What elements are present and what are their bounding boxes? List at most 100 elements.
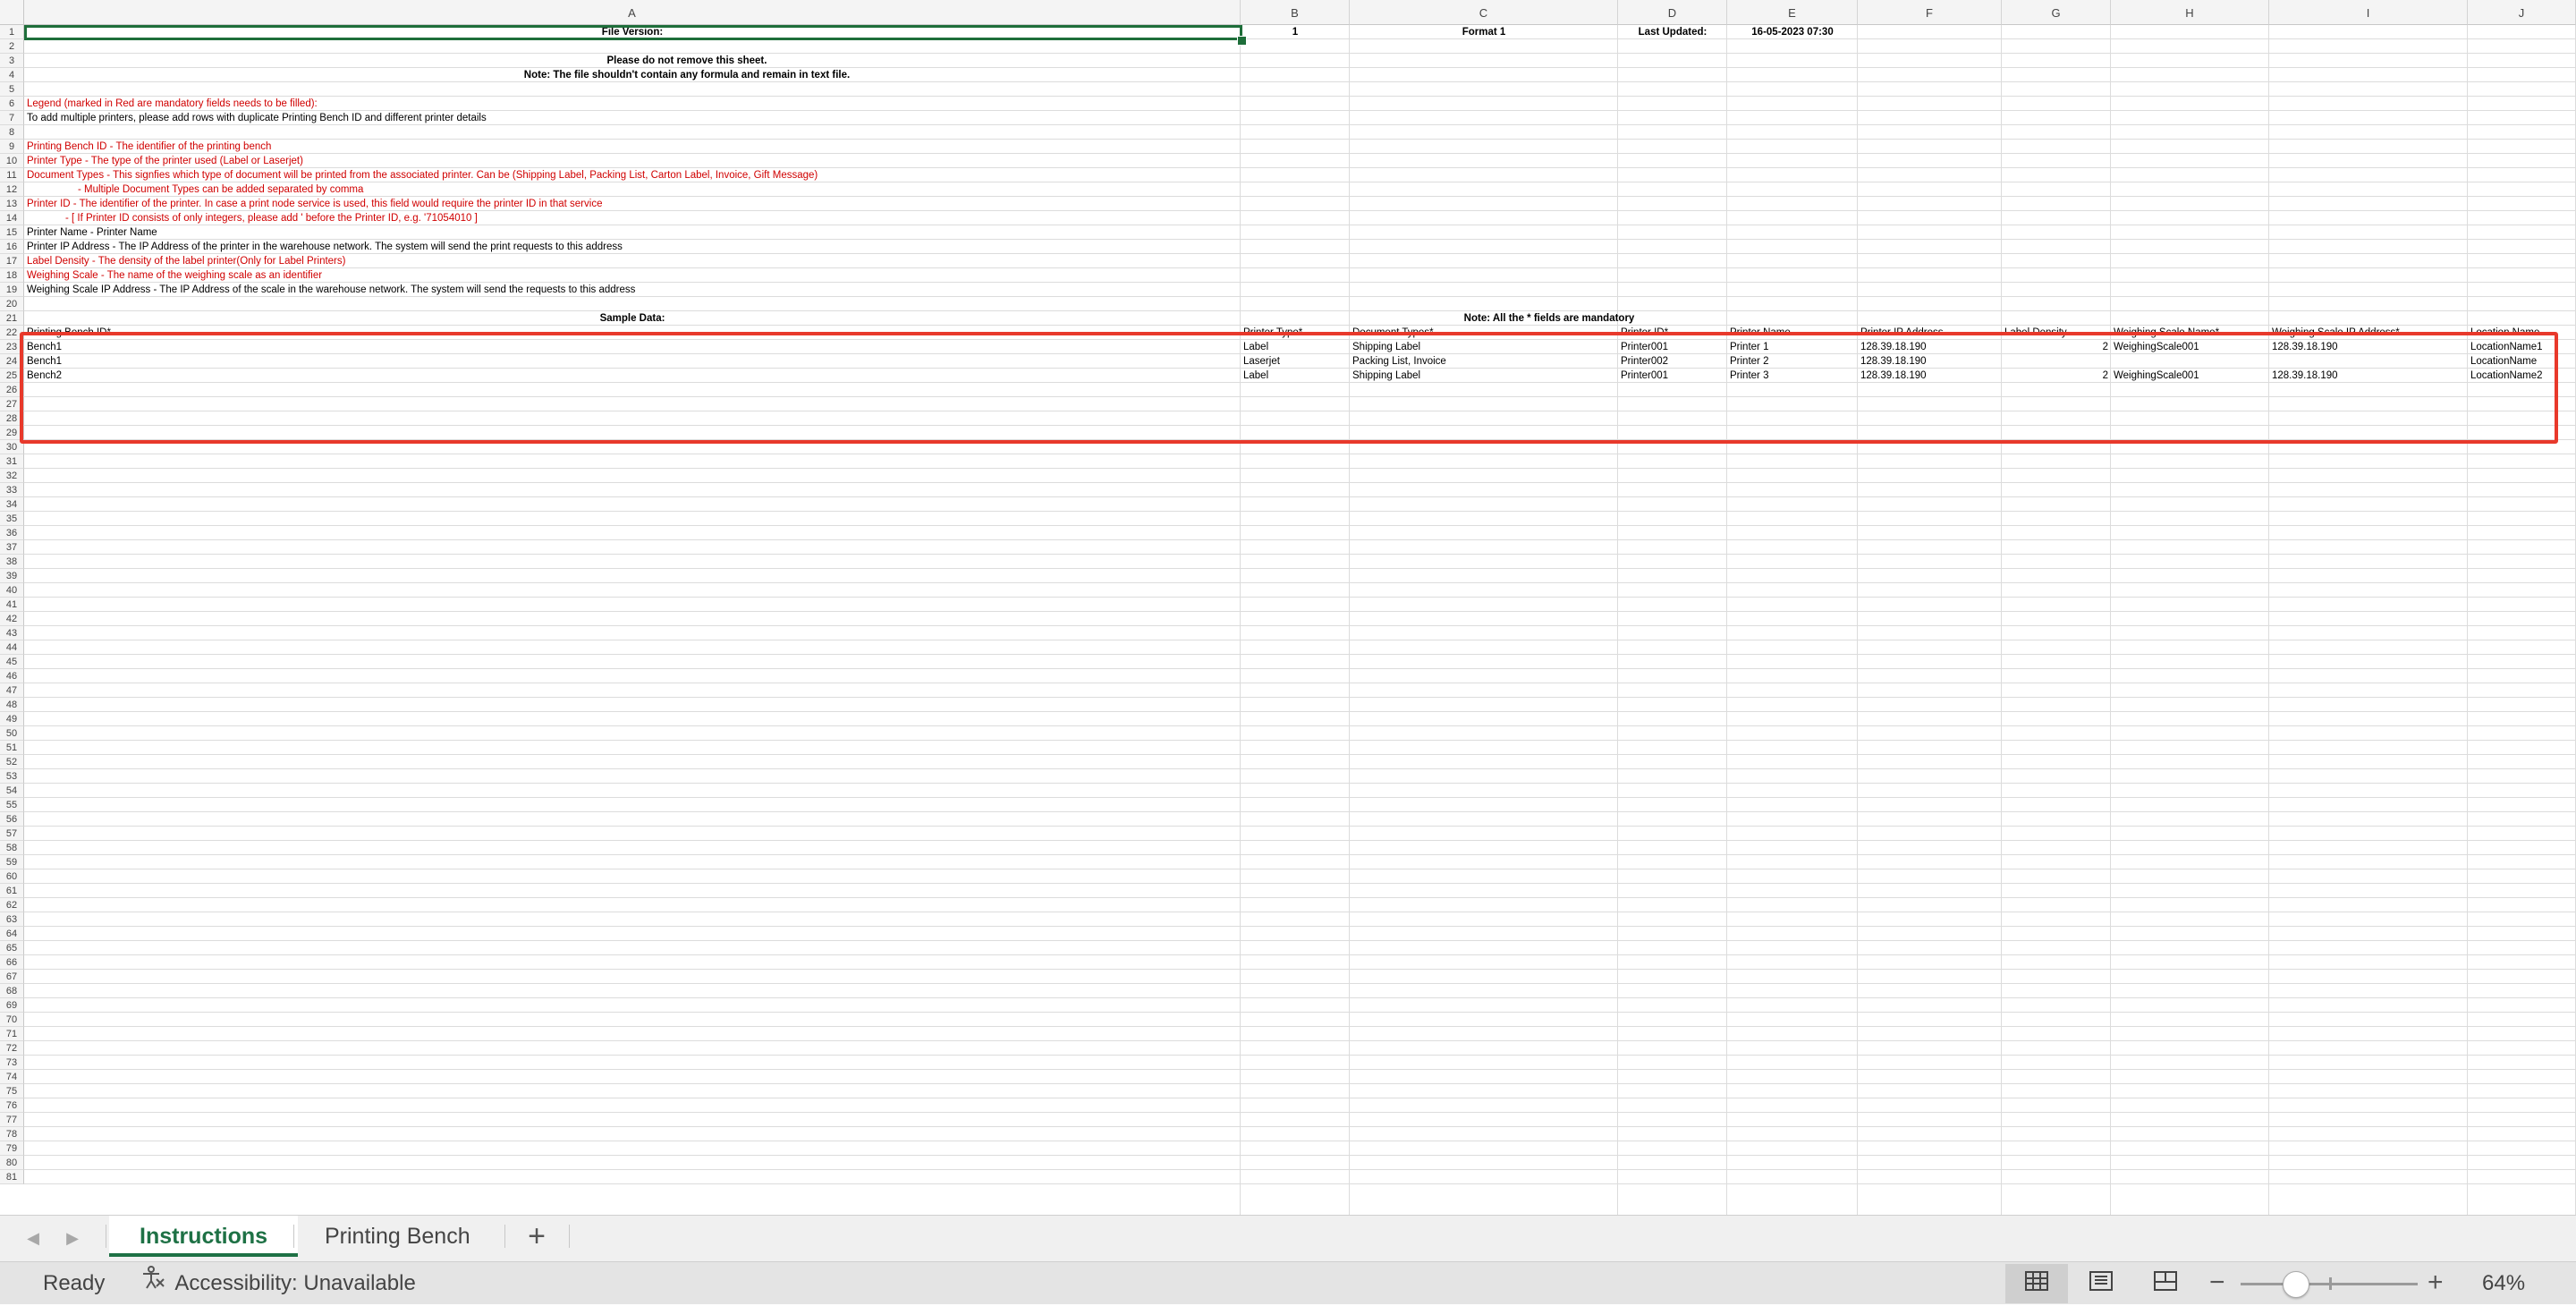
row-header-8[interactable]: 8 — [0, 125, 24, 140]
column-header-h[interactable]: H — [2111, 0, 2269, 25]
cell-b1[interactable]: 1 — [1241, 25, 1350, 39]
row-header-41[interactable]: 41 — [0, 598, 24, 612]
row-header-64[interactable]: 64 — [0, 927, 24, 941]
page-layout-view-button[interactable] — [2070, 1264, 2132, 1303]
cell-a4[interactable]: Note: The file shouldn't contain any for… — [24, 68, 1350, 82]
cell-a17[interactable]: Label Density - The density of the label… — [24, 254, 348, 268]
row-header-40[interactable]: 40 — [0, 583, 24, 598]
row-header-46[interactable]: 46 — [0, 669, 24, 683]
zoom-out-icon[interactable]: − — [2209, 1262, 2225, 1303]
row-header-38[interactable]: 38 — [0, 555, 24, 569]
cell-a18[interactable]: Weighing Scale - The name of the weighin… — [24, 268, 325, 283]
row-header-51[interactable]: 51 — [0, 741, 24, 755]
row-header-31[interactable]: 31 — [0, 454, 24, 469]
row-header-56[interactable]: 56 — [0, 812, 24, 827]
row-header-68[interactable]: 68 — [0, 984, 24, 998]
column-header-c[interactable]: C — [1350, 0, 1618, 25]
row-header-42[interactable]: 42 — [0, 612, 24, 626]
row-header-7[interactable]: 7 — [0, 111, 24, 125]
cell-a14[interactable]: - [ If Printer ID consists of only integ… — [24, 211, 480, 225]
row-header-5[interactable]: 5 — [0, 82, 24, 97]
row-header-66[interactable]: 66 — [0, 955, 24, 970]
row-header-6[interactable]: 6 — [0, 97, 24, 111]
row-header-61[interactable]: 61 — [0, 884, 24, 898]
cell-a21[interactable]: Sample Data: — [24, 311, 1241, 326]
row-header-1[interactable]: 1 — [0, 25, 24, 39]
page-break-preview-button[interactable] — [2134, 1264, 2197, 1303]
row-header-36[interactable]: 36 — [0, 526, 24, 540]
row-header-35[interactable]: 35 — [0, 512, 24, 526]
cell-c1[interactable]: Format 1 — [1350, 25, 1618, 39]
row-header-32[interactable]: 32 — [0, 469, 24, 483]
normal-view-button[interactable] — [2005, 1264, 2068, 1303]
row-header-69[interactable]: 69 — [0, 998, 24, 1013]
row-header-70[interactable]: 70 — [0, 1013, 24, 1027]
column-header-f[interactable]: F — [1858, 0, 2002, 25]
row-header-33[interactable]: 33 — [0, 483, 24, 497]
column-header-b[interactable]: B — [1241, 0, 1350, 25]
row-header-63[interactable]: 63 — [0, 912, 24, 927]
zoom-level[interactable]: 64% — [2482, 1262, 2525, 1305]
column-header-j[interactable]: J — [2468, 0, 2576, 25]
zoom-in-icon[interactable]: + — [2428, 1262, 2444, 1303]
tab-instructions[interactable]: Instructions — [109, 1216, 299, 1257]
column-header-g[interactable]: G — [2002, 0, 2111, 25]
spreadsheet-grid[interactable]: ABCDEFGHIJ 1 2 3 4 5 6 7 8 9 10 11 12 13 14 15 16 17 18 19… — [0, 0, 2576, 1215]
row-header-62[interactable]: 62 — [0, 898, 24, 912]
row-header-57[interactable]: 57 — [0, 827, 24, 841]
scroll-tabs-left-icon[interactable]: ◀ — [23, 1228, 43, 1248]
cell-a16[interactable]: Printer IP Address - The IP Address of t… — [24, 240, 625, 254]
cell-a11[interactable]: Document Types - This signfies which typ… — [24, 168, 820, 182]
row-header-76[interactable]: 76 — [0, 1098, 24, 1113]
row-header-4[interactable]: 4 — [0, 68, 24, 82]
cell-a19[interactable]: Weighing Scale IP Address - The IP Addre… — [24, 283, 638, 297]
cell-a7[interactable]: To add multiple printers, please add row… — [24, 111, 489, 125]
row-header-14[interactable]: 14 — [0, 211, 24, 225]
row-header-13[interactable]: 13 — [0, 197, 24, 211]
row-header-34[interactable]: 34 — [0, 497, 24, 512]
row-header-47[interactable]: 47 — [0, 683, 24, 698]
row-header-37[interactable]: 37 — [0, 540, 24, 555]
column-header-i[interactable]: I — [2269, 0, 2468, 25]
row-header-75[interactable]: 75 — [0, 1084, 24, 1098]
scroll-tabs-right-icon[interactable]: ▶ — [63, 1228, 82, 1248]
row-header-67[interactable]: 67 — [0, 970, 24, 984]
cell-d1[interactable]: Last Updated: — [1618, 25, 1727, 39]
row-header-20[interactable]: 20 — [0, 297, 24, 311]
row-header-49[interactable]: 49 — [0, 712, 24, 726]
row-header-73[interactable]: 73 — [0, 1056, 24, 1070]
row-header-9[interactable]: 9 — [0, 140, 24, 154]
row-header-48[interactable]: 48 — [0, 698, 24, 712]
row-header-71[interactable]: 71 — [0, 1027, 24, 1041]
row-header-39[interactable]: 39 — [0, 569, 24, 583]
column-header-e[interactable]: E — [1727, 0, 1858, 25]
row-header-74[interactable]: 74 — [0, 1070, 24, 1084]
row-header-11[interactable]: 11 — [0, 168, 24, 182]
row-header-12[interactable]: 12 — [0, 182, 24, 197]
cell-a9[interactable]: Printing Bench ID - The identifier of th… — [24, 140, 274, 154]
row-header-81[interactable]: 81 — [0, 1170, 24, 1184]
row-header-55[interactable]: 55 — [0, 798, 24, 812]
row-header-59[interactable]: 59 — [0, 855, 24, 869]
cell-a3[interactable]: Please do not remove this sheet. — [24, 54, 1350, 68]
row-header-53[interactable]: 53 — [0, 769, 24, 784]
row-header-10[interactable]: 10 — [0, 154, 24, 168]
cell-a12[interactable]: - Multiple Document Types can be added s… — [24, 182, 366, 197]
row-header-79[interactable]: 79 — [0, 1141, 24, 1156]
tab-printing-bench[interactable]: Printing Bench — [294, 1216, 501, 1257]
row-header-58[interactable]: 58 — [0, 841, 24, 855]
zoom-slider-thumb[interactable] — [2283, 1271, 2309, 1298]
cell-e1[interactable]: 16-05-2023 07:30 — [1727, 25, 1858, 39]
cell-b21[interactable]: Note: All the * fields are mandatory — [1241, 311, 1858, 326]
row-header-77[interactable]: 77 — [0, 1113, 24, 1127]
row-header-54[interactable]: 54 — [0, 784, 24, 798]
row-header-45[interactable]: 45 — [0, 655, 24, 669]
add-sheet-button[interactable]: + — [506, 1216, 567, 1257]
row-header-72[interactable]: 72 — [0, 1041, 24, 1056]
row-header-18[interactable]: 18 — [0, 268, 24, 283]
fill-handle[interactable] — [1237, 36, 1247, 46]
row-header-15[interactable]: 15 — [0, 225, 24, 240]
row-header-16[interactable]: 16 — [0, 240, 24, 254]
row-header-80[interactable]: 80 — [0, 1156, 24, 1170]
accessibility-status[interactable]: Accessibility: Unavailable — [140, 1262, 416, 1306]
